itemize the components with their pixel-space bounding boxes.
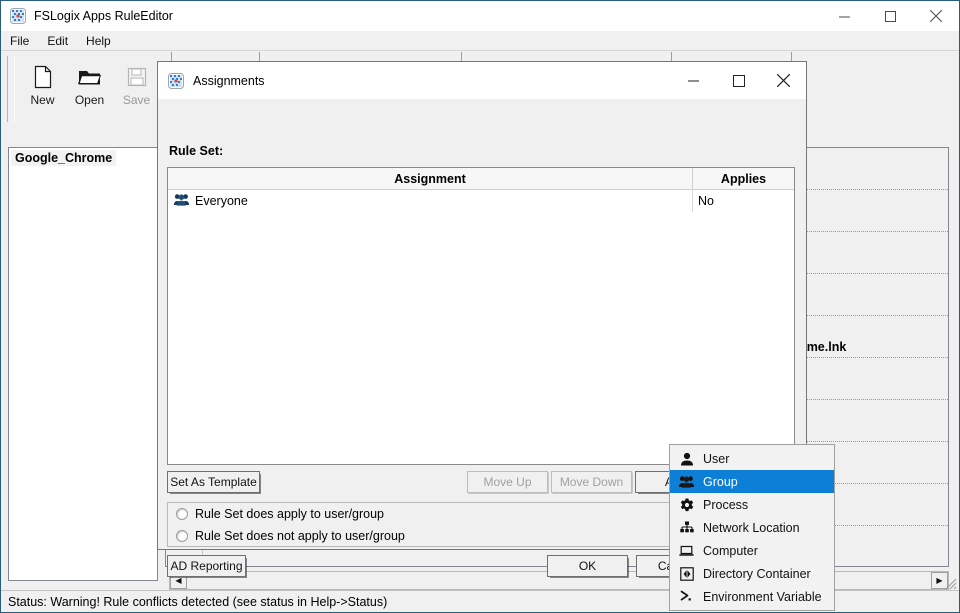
network-icon	[677, 521, 696, 534]
list-item[interactable]: Google_Chrome	[11, 150, 116, 166]
move-down-button[interactable]: Move Down	[551, 471, 632, 493]
table-cell-label: Everyone	[195, 194, 248, 208]
application-window: FSLogix Apps RuleEditor File Edit Help	[0, 0, 960, 613]
menubar-item-file[interactable]: File	[1, 32, 38, 50]
gear-icon	[677, 498, 696, 512]
menubar-item-edit[interactable]: Edit	[38, 32, 77, 50]
dialog-close-icon[interactable]	[761, 62, 806, 99]
menu-item-label: Process	[703, 498, 748, 512]
rule-set-list[interactable]: Google_Chrome	[8, 147, 158, 581]
status-text: Status: Warning! Rule conflicts detected…	[8, 595, 387, 609]
environment-variable-icon	[677, 590, 696, 603]
user-icon	[677, 452, 696, 466]
close-icon[interactable]	[913, 1, 959, 31]
window-controls	[821, 1, 959, 31]
toolbar-label-new: New	[30, 93, 54, 107]
radio-label: Rule Set does apply to user/group	[195, 507, 384, 521]
menu-item-directory-container[interactable]: Directory Container	[670, 562, 834, 585]
move-up-button[interactable]: Move Up	[467, 471, 548, 493]
ruleset-label: Rule Set:	[169, 144, 223, 158]
table-cell-applies: No	[693, 194, 794, 208]
menu-item-environment-variable[interactable]: Environment Variable	[670, 585, 834, 608]
toolbar-label-open: Open	[75, 93, 104, 107]
column-header-applies[interactable]: Applies	[693, 168, 794, 189]
toolbar-button-new[interactable]: New	[19, 58, 66, 107]
menu-item-label: Network Location	[703, 521, 800, 535]
dialog-minimize-icon[interactable]	[671, 62, 716, 99]
group-icon	[677, 475, 696, 488]
directory-container-icon	[677, 567, 696, 581]
open-folder-icon	[78, 64, 102, 90]
menu-item-label: Environment Variable	[703, 590, 822, 604]
menu-item-network-location[interactable]: Network Location	[670, 516, 834, 539]
radio-mark-icon	[176, 508, 188, 520]
dialog-window-controls	[671, 62, 806, 99]
save-disk-icon	[127, 64, 147, 90]
menu-item-process[interactable]: Process	[670, 493, 834, 516]
ok-button[interactable]: OK	[547, 555, 628, 577]
radio-mark-icon	[176, 530, 188, 542]
dialog-maximize-icon[interactable]	[716, 62, 761, 99]
computer-icon	[677, 545, 696, 557]
minimize-icon[interactable]	[821, 1, 867, 31]
main-titlebar: FSLogix Apps RuleEditor	[1, 1, 959, 31]
menubar-item-help[interactable]: Help	[77, 32, 120, 50]
add-dropdown-menu: User Group Proce	[669, 444, 835, 611]
app-grid-icon	[10, 8, 26, 24]
toolbar-grip[interactable]	[7, 56, 15, 122]
new-document-icon	[33, 64, 53, 90]
dialog-titlebar: Assignments	[158, 62, 806, 99]
menu-item-label: User	[703, 452, 729, 466]
ad-reporting-button[interactable]: AD Reporting	[167, 555, 246, 577]
menubar: File Edit Help	[1, 31, 959, 51]
menu-item-label: Computer	[703, 544, 758, 558]
menu-item-label: Directory Container	[703, 567, 811, 581]
set-as-template-button[interactable]: Set As Template	[167, 471, 260, 493]
column-header-assignment[interactable]: Assignment	[168, 168, 693, 189]
resize-grip[interactable]	[943, 576, 957, 590]
app-grid-icon	[168, 73, 184, 89]
maximize-icon[interactable]	[867, 1, 913, 31]
listview-header: Assignment Applies	[168, 168, 794, 190]
menu-item-computer[interactable]: Computer	[670, 539, 834, 562]
table-row[interactable]: Everyone No	[168, 190, 794, 212]
menu-item-label: Group	[703, 475, 738, 489]
left-panel-header	[7, 129, 159, 147]
toolbar-button-open[interactable]: Open	[66, 58, 113, 107]
toolbar-button-save[interactable]: Save	[113, 58, 160, 107]
group-icon	[174, 193, 189, 209]
radio-label: Rule Set does not apply to user/group	[195, 529, 405, 543]
menu-item-user[interactable]: User	[670, 447, 834, 470]
toolbar-label-save: Save	[123, 93, 150, 107]
main-window-title: FSLogix Apps RuleEditor	[34, 9, 173, 23]
dialog-title: Assignments	[193, 74, 265, 88]
table-cell-assignment: Everyone	[168, 190, 693, 212]
menu-item-group[interactable]: Group	[670, 470, 834, 493]
assignments-listview[interactable]: Assignment Applies	[167, 167, 795, 465]
